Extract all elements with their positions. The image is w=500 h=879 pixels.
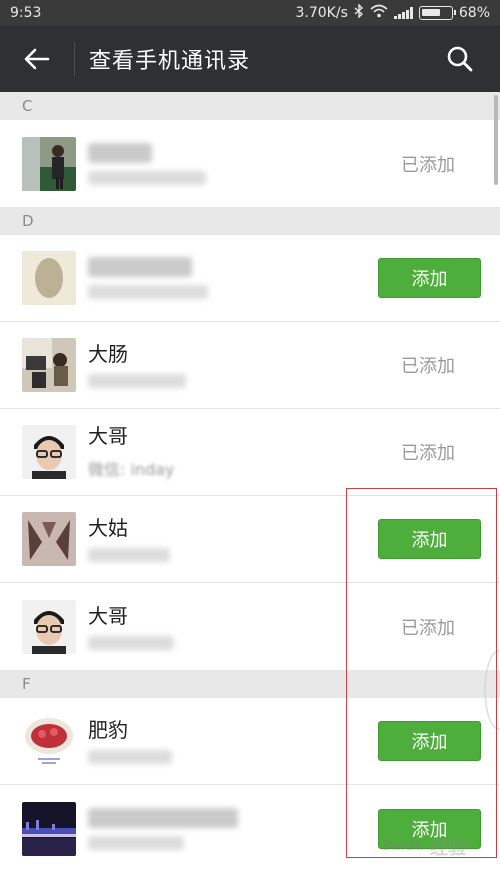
bluetooth-icon [354, 2, 364, 22]
contact-info: 大哥 [88, 604, 368, 650]
contact-subtitle-redacted [88, 548, 170, 562]
contact-info [88, 142, 368, 185]
contact-name: 大哥 [88, 424, 128, 448]
contact-row[interactable]: 已添加 [0, 120, 500, 207]
avatar [22, 425, 76, 479]
contact-subtitle: 微信: inday [88, 460, 175, 479]
contact-name: 大肠 [88, 342, 128, 366]
contact-info: 肥豹 [88, 718, 378, 764]
status-right: 3.70K/s 68% [295, 2, 490, 22]
avatar [22, 136, 76, 191]
contact-subtitle-redacted [88, 835, 184, 850]
avatar [22, 338, 76, 392]
scrollbar[interactable] [494, 95, 498, 185]
contact-row[interactable]: 肥豹 添加 [0, 698, 500, 785]
contact-subtitle-redacted [88, 170, 206, 185]
add-contact-button[interactable]: 添加 [378, 519, 481, 559]
contact-row[interactable]: 大哥 已添加 [0, 583, 500, 670]
signal-icon [393, 6, 413, 19]
header-divider [74, 41, 75, 76]
watermark: Baidu 经验 [382, 830, 492, 864]
contact-subtitle-redacted [88, 635, 174, 650]
add-contact-button[interactable]: 添加 [378, 258, 481, 298]
avatar [22, 801, 76, 856]
battery-percent: 68% [458, 4, 490, 21]
avatar [22, 512, 76, 566]
added-status-label: 已添加 [401, 154, 455, 176]
contact-info [88, 807, 378, 850]
contact-info: 大肠 [88, 342, 368, 388]
contact-subtitle-redacted [88, 374, 186, 388]
contact-row[interactable]: 添加 [0, 235, 500, 322]
contact-subtitle-redacted [88, 285, 208, 299]
search-button[interactable] [420, 25, 500, 92]
search-icon [447, 46, 473, 71]
watermark-text: 经验 [430, 838, 466, 859]
back-button[interactable] [0, 25, 74, 92]
section-header-f: F [0, 670, 500, 698]
contact-list: C 已添加 D 添加 大肠 已添加 大哥 微信: inday 已添加 大姑 添加… [0, 92, 500, 872]
contact-subtitle-redacted [88, 750, 172, 764]
contact-info: 大哥 微信: inday [88, 424, 368, 480]
contact-row[interactable]: 大哥 微信: inday 已添加 [0, 409, 500, 496]
added-status-label: 已添加 [401, 617, 455, 639]
section-header-d: D [0, 207, 500, 235]
contact-info [88, 257, 378, 299]
contact-name-redacted [88, 142, 152, 163]
wifi-icon [370, 4, 388, 22]
add-contact-button[interactable]: 添加 [378, 721, 481, 761]
avatar [22, 599, 76, 654]
added-status-label: 已添加 [401, 356, 455, 377]
status-time: 9:53 [10, 4, 42, 21]
battery-icon [418, 5, 456, 20]
contact-name-redacted [88, 257, 192, 277]
added-status-label: 已添加 [401, 443, 455, 464]
svg-text:Baidu: Baidu [382, 839, 424, 854]
contact-name-redacted [88, 807, 238, 828]
action-bar: 查看手机通讯录 [0, 25, 500, 92]
avatar [22, 714, 76, 768]
contact-name: 肥豹 [88, 718, 128, 742]
network-speed: 3.70K/s [295, 4, 348, 21]
contact-name: 大姑 [88, 516, 128, 540]
contact-row[interactable]: 大肠 已添加 [0, 322, 500, 409]
contact-name: 大哥 [88, 603, 128, 628]
baidu-logo-icon: Baidu [382, 839, 424, 854]
arrow-left-icon [24, 48, 50, 69]
page-title: 查看手机通讯录 [89, 48, 251, 74]
contact-info: 大姑 [88, 516, 378, 562]
avatar [22, 251, 76, 305]
status-bar: 9:53 3.70K/s 68% [0, 0, 500, 25]
contact-row[interactable]: 大姑 添加 [0, 496, 500, 583]
section-header-c: C [0, 92, 500, 120]
